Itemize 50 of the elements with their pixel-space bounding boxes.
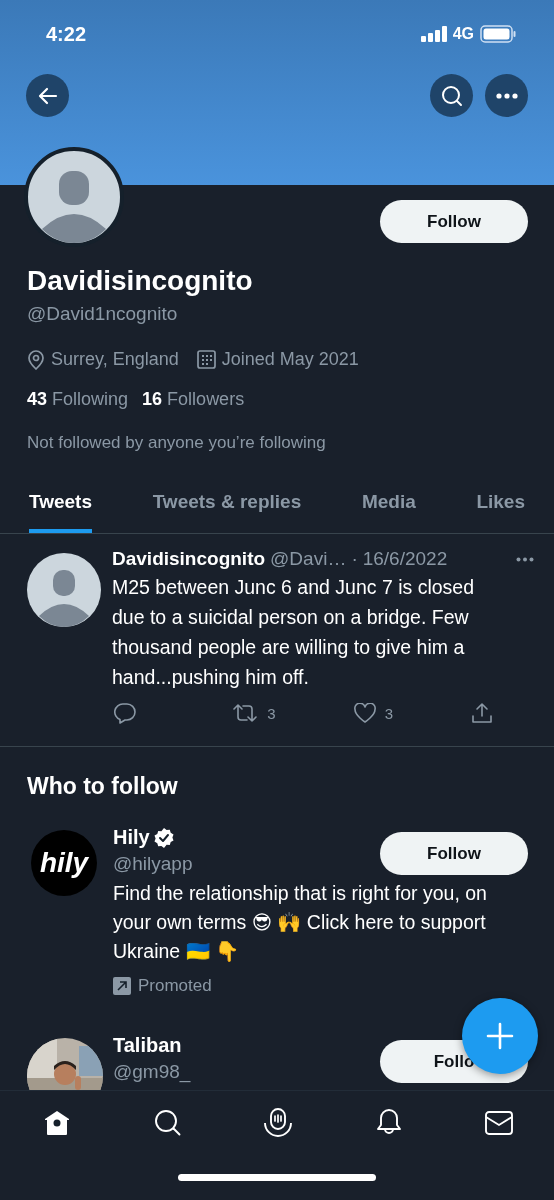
status-time: 4:22 [46, 22, 87, 46]
account-name: Hily [113, 826, 150, 849]
search-icon [439, 83, 464, 108]
more-button[interactable] [485, 74, 528, 117]
home-icon[interactable] [42, 1108, 72, 1138]
location-text: Surrey, England [51, 349, 179, 370]
battery-icon [480, 25, 516, 43]
more-icon [495, 92, 518, 99]
followers-link[interactable]: 16 Followers [142, 389, 245, 410]
account-handle: @gm98_ [113, 1061, 191, 1083]
separator-dot: · [351, 548, 358, 570]
promoted-label: Promoted [138, 976, 212, 996]
share-icon[interactable] [472, 702, 492, 724]
tweet-handle: @Davi… [270, 548, 347, 570]
search-icon[interactable] [152, 1108, 183, 1138]
action-count: 3 [267, 704, 276, 722]
more-icon[interactable] [516, 556, 534, 562]
account-handle: @hilyapp [113, 853, 193, 875]
profile-tab[interactable]: Tweets [29, 469, 92, 533]
following-link[interactable]: 43 Following [27, 389, 129, 410]
plus-icon [486, 1022, 514, 1050]
calendar-icon [196, 350, 216, 369]
account-bio: Find the relationship that is right for you, on your own terms 😎 🙌 Click here to support Ukraine 🇺🇦 👇 [113, 881, 488, 964]
follow-button[interactable]: Follow [380, 200, 528, 243]
microphone-icon[interactable] [263, 1108, 293, 1138]
tweet-date: 16/6/2022 [362, 548, 448, 570]
location-pin-icon [27, 349, 45, 370]
followed-by-note: Not followed by anyone you’re following [27, 433, 327, 453]
mail-icon[interactable] [484, 1108, 514, 1138]
profile-tab[interactable]: Likes [476, 469, 525, 533]
search-button[interactable] [430, 74, 473, 117]
promoted-icon [113, 977, 131, 995]
signal-icon [420, 26, 447, 42]
follow-button[interactable]: Follow [380, 832, 528, 875]
back-button[interactable] [26, 74, 69, 117]
reply-icon[interactable] [114, 702, 136, 724]
joined-date: Joined May 2021 [221, 349, 359, 370]
action-count: 3 [384, 704, 394, 722]
profile-handle: @David1ncognito [27, 303, 179, 325]
tweet-author: Davidisincognito [112, 548, 266, 570]
tweet-text: M25 between Junc 6 and Junc 7 is closed due to a suicidal person on a bridge. Few thousand people are willing to give him a hand...pushing him off. [112, 575, 476, 690]
logo-avatar: hily [31, 830, 97, 896]
profile-name: Davidisincognito [27, 264, 254, 298]
profile-tab[interactable]: Media [361, 469, 416, 533]
account-name: Taliban [113, 1034, 182, 1057]
retweet-icon[interactable] [232, 703, 259, 723]
section-title: Who to follow [27, 773, 179, 800]
profile-tab[interactable]: Tweets & replies [152, 469, 302, 533]
network-type: 4G [452, 25, 474, 43]
heart-icon[interactable] [353, 703, 376, 723]
